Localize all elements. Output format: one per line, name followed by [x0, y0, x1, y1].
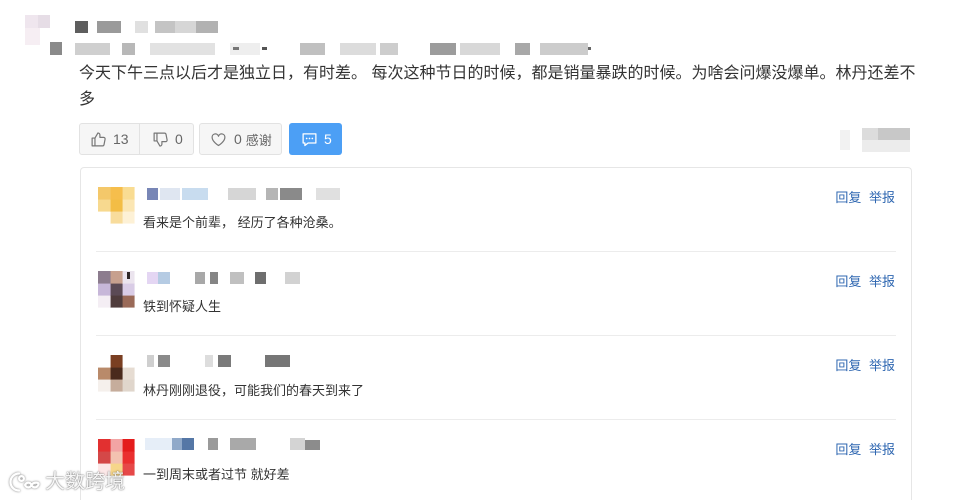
reply-actions: 回复 举报 [835, 357, 895, 374]
blurred-username[interactable] [145, 438, 322, 450]
reply-link[interactable]: 回复 [835, 190, 861, 205]
reply-actions: 回复 举报 [835, 189, 895, 206]
reply-toggle-button[interactable]: 5 [289, 123, 342, 155]
reply-item: 一到周末或者过节 就好差 回复 举报 [96, 420, 896, 500]
report-link[interactable]: 举报 [869, 358, 895, 373]
like-button[interactable]: 13 [80, 124, 139, 154]
avatar[interactable] [98, 187, 135, 224]
reply-actions: 回复 举报 [835, 441, 895, 458]
thanks-label: 感谢 [245, 132, 272, 148]
reply-item: 林丹刚刚退役，可能我们的春天到来了 回复 举报 [96, 336, 896, 420]
dislike-button[interactable]: 0 [139, 124, 193, 154]
reply-text: 一到周末或者过节 就好差 [143, 467, 290, 482]
reply-link[interactable]: 回复 [835, 442, 861, 457]
avatar[interactable] [98, 271, 135, 308]
thanks-button[interactable]: 0 感谢 [199, 123, 282, 155]
blurred-username[interactable] [147, 188, 342, 200]
reply-item: 看来是个前辈， 经历了各种沧桑。 回复 举报 [96, 168, 896, 252]
watermark-logo-icon [8, 469, 42, 495]
thumbs-down-icon [152, 131, 169, 148]
reply-text: 铁到怀疑人生 [143, 299, 222, 314]
watermark-text: 大数跨境 [45, 471, 125, 493]
reply-panel: 看来是个前辈， 经历了各种沧桑。 回复 举报 铁到怀疑人生 回复 举报 林丹刚刚… [80, 167, 912, 500]
blurred-username[interactable] [147, 355, 292, 367]
reply-link[interactable]: 回复 [835, 358, 861, 373]
report-link[interactable]: 举报 [869, 442, 895, 457]
dislike-count: 0 [175, 131, 183, 147]
reply-item: 铁到怀疑人生 回复 举报 [96, 252, 896, 336]
report-link[interactable]: 举报 [869, 190, 895, 205]
avatar[interactable] [98, 355, 135, 392]
reply-text: 林丹刚刚退役，可能我们的春天到来了 [143, 383, 365, 398]
blurred-timestamp [838, 126, 912, 154]
thumbs-up-icon [90, 131, 107, 148]
comment-icon [301, 131, 318, 148]
heart-icon [210, 131, 227, 148]
blurred-username[interactable] [147, 272, 302, 284]
reply-actions: 回复 举报 [835, 273, 895, 290]
watermark: 大数跨境 [8, 468, 125, 496]
thanks-count: 0 [234, 131, 242, 147]
reply-text: 看来是个前辈， 经历了各种沧桑。 [143, 215, 342, 230]
reply-count: 5 [324, 131, 332, 147]
reply-link[interactable]: 回复 [835, 274, 861, 289]
comment-text: 今天下午三点以后才是独立日，有时差。 每次这种节日的时候，都是销量暴跌的时候。为… [79, 65, 916, 108]
like-count: 13 [113, 131, 129, 147]
blurred-author-info [20, 12, 595, 58]
vote-group: 13 0 [79, 123, 194, 155]
report-link[interactable]: 举报 [869, 274, 895, 289]
